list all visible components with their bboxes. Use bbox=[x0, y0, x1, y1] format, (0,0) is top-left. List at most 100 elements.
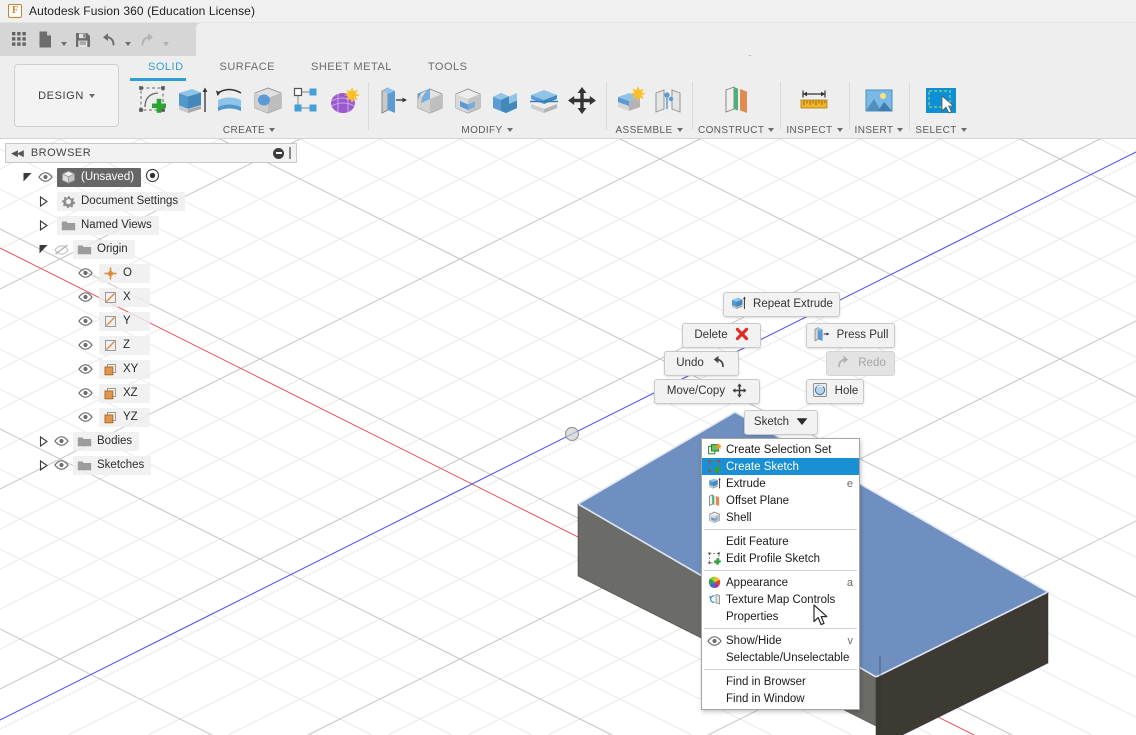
tree-row-axis-x[interactable]: X bbox=[0, 285, 300, 309]
visibility-eye-icon[interactable] bbox=[78, 340, 93, 350]
tab-tools[interactable]: TOOLS bbox=[410, 56, 486, 78]
save-icon[interactable] bbox=[70, 27, 96, 53]
marking-menu-press-pull[interactable]: Press Pull bbox=[806, 323, 895, 348]
tree-item-unsaved[interactable]: (Unsaved) bbox=[57, 167, 142, 187]
marking-menu-hole[interactable]: Hole bbox=[806, 379, 864, 404]
expander-open-icon[interactable] bbox=[38, 244, 49, 255]
ribbon-group-construct-label[interactable]: CONSTRUCT bbox=[698, 123, 775, 137]
marking-menu-delete[interactable]: Delete bbox=[682, 323, 761, 348]
visibility-eye-icon[interactable] bbox=[78, 292, 93, 302]
tab-solid[interactable]: SOLID bbox=[130, 56, 202, 78]
extrude-icon[interactable] bbox=[174, 81, 210, 121]
ribbon-group-inspect-label[interactable]: INSPECT bbox=[786, 123, 843, 137]
activate-component-radio[interactable] bbox=[145, 168, 160, 186]
tree-row-axis-y[interactable]: Y bbox=[0, 309, 300, 333]
context-menu-item-offset-plane[interactable]: Offset Plane bbox=[702, 492, 859, 509]
redo-icon[interactable] bbox=[134, 27, 160, 53]
tree-row-sketches[interactable]: Sketches bbox=[0, 453, 300, 477]
visibility-eye-icon[interactable] bbox=[78, 268, 93, 278]
tree-item-x[interactable]: X bbox=[99, 287, 150, 307]
marking-menu-move-copy[interactable]: Move/Copy bbox=[654, 379, 760, 404]
tree-row-origin[interactable]: Origin bbox=[0, 237, 300, 261]
insert-image-icon[interactable] bbox=[858, 81, 900, 121]
undo-icon[interactable] bbox=[96, 27, 122, 53]
context-menu-item-find-in-window[interactable]: Find in Window bbox=[702, 690, 859, 707]
tree-row-unsaved[interactable]: (Unsaved) bbox=[0, 165, 300, 189]
new-file-icon[interactable] bbox=[32, 27, 58, 53]
visibility-eye-icon[interactable] bbox=[54, 436, 69, 446]
tree-item-y[interactable]: Y bbox=[99, 311, 150, 331]
expander-closed-icon[interactable] bbox=[38, 195, 49, 207]
revolve-icon[interactable] bbox=[212, 81, 248, 121]
context-menu-item-extrude[interactable]: Extrude e bbox=[702, 475, 859, 492]
undo-dropdown[interactable] bbox=[122, 27, 134, 53]
create-sketch-icon[interactable] bbox=[136, 81, 172, 121]
ribbon-group-assemble-label[interactable]: ASSEMBLE bbox=[615, 123, 683, 137]
ribbon-group-modify-label[interactable]: MODIFY bbox=[461, 123, 513, 137]
tree-item-yz[interactable]: YZ bbox=[99, 407, 150, 427]
context-menu-item-shell[interactable]: Shell bbox=[702, 509, 859, 526]
context-menu-item-edit-feature[interactable]: Edit Feature bbox=[702, 533, 859, 550]
combine-icon[interactable] bbox=[488, 81, 524, 121]
marking-menu-undo[interactable]: Undo bbox=[664, 351, 739, 376]
workspace-selector[interactable]: DESIGN bbox=[14, 64, 119, 127]
select-window-icon[interactable] bbox=[920, 81, 962, 121]
joint-icon[interactable] bbox=[650, 81, 686, 121]
context-menu-item-selectable-unselectable[interactable]: Selectable/Unselectable bbox=[702, 649, 859, 666]
visibility-eye-icon[interactable] bbox=[78, 388, 93, 398]
split-body-icon[interactable] bbox=[526, 81, 562, 121]
tree-item-named-views[interactable]: Named Views bbox=[57, 215, 159, 235]
marking-menu-sketch[interactable]: Sketch bbox=[744, 410, 818, 435]
expander-closed-icon[interactable] bbox=[38, 435, 49, 447]
panel-resize-grip[interactable] bbox=[289, 147, 291, 159]
visibility-eye-icon[interactable] bbox=[38, 172, 53, 182]
viewport-canvas[interactable]: ◀◀ BROWSER (Unsaved) Document Settings N… bbox=[0, 139, 1136, 735]
ribbon-group-create-label[interactable]: CREATE bbox=[223, 123, 276, 137]
tree-item-o[interactable]: O bbox=[99, 263, 150, 283]
collapse-left-icon[interactable]: ◀◀ bbox=[11, 148, 24, 159]
marking-menu-repeat-extrude[interactable]: Repeat Extrude bbox=[723, 292, 840, 317]
tree-item-xz[interactable]: XZ bbox=[99, 383, 150, 403]
app-grid-icon[interactable] bbox=[6, 27, 32, 53]
tree-item-z[interactable]: Z bbox=[99, 335, 150, 355]
context-menu-item-texture-map-controls[interactable]: Texture Map Controls bbox=[702, 591, 859, 608]
press-pull-icon[interactable] bbox=[374, 81, 410, 121]
tree-item-origin[interactable]: Origin bbox=[73, 239, 135, 259]
minus-circle-icon[interactable] bbox=[273, 147, 284, 159]
move-copy-icon[interactable] bbox=[564, 81, 600, 121]
hole-icon[interactable] bbox=[250, 81, 286, 121]
offset-plane-icon[interactable] bbox=[715, 81, 757, 121]
shell-icon[interactable] bbox=[450, 81, 486, 121]
visibility-eye-icon[interactable] bbox=[78, 412, 93, 422]
fillet-icon[interactable] bbox=[412, 81, 448, 121]
form-icon[interactable] bbox=[326, 81, 362, 121]
context-menu-item-properties[interactable]: Properties bbox=[702, 608, 859, 625]
tree-row-origin-point[interactable]: O bbox=[0, 261, 300, 285]
tree-row-plane-xz[interactable]: XZ bbox=[0, 381, 300, 405]
tree-row-plane-yz[interactable]: YZ bbox=[0, 405, 300, 429]
new-file-dropdown[interactable] bbox=[58, 27, 70, 53]
visibility-eye-off-icon[interactable] bbox=[54, 244, 69, 255]
measure-icon[interactable] bbox=[793, 81, 835, 121]
context-menu-item-find-in-browser[interactable]: Find in Browser bbox=[702, 673, 859, 690]
context-menu-item-create-selection-set[interactable]: Create Selection Set bbox=[702, 441, 859, 458]
visibility-eye-icon[interactable] bbox=[54, 460, 69, 470]
tree-item-xy[interactable]: XY bbox=[99, 359, 150, 379]
expander-closed-icon[interactable] bbox=[38, 219, 49, 231]
context-menu-item-show-hide[interactable]: Show/Hide v bbox=[702, 632, 859, 649]
context-menu-item-appearance[interactable]: Appearance a bbox=[702, 574, 859, 591]
tree-row-axis-z[interactable]: Z bbox=[0, 333, 300, 357]
tree-row-document-settings[interactable]: Document Settings bbox=[0, 189, 300, 213]
tab-sheet-metal[interactable]: SHEET METAL bbox=[293, 56, 410, 78]
visibility-eye-icon[interactable] bbox=[78, 364, 93, 374]
tree-item-document-settings[interactable]: Document Settings bbox=[57, 191, 186, 211]
context-menu-item-create-sketch[interactable]: Create Sketch bbox=[702, 458, 859, 475]
redo-dropdown[interactable] bbox=[160, 27, 172, 53]
tab-surface[interactable]: SURFACE bbox=[202, 56, 293, 78]
context-menu-item-edit-profile-sketch[interactable]: Edit Profile Sketch bbox=[702, 550, 859, 567]
visibility-eye-icon[interactable] bbox=[78, 316, 93, 326]
tree-item-sketches[interactable]: Sketches bbox=[73, 455, 152, 475]
rectangular-pattern-icon[interactable] bbox=[288, 81, 324, 121]
new-component-icon[interactable] bbox=[612, 81, 648, 121]
tree-row-bodies[interactable]: Bodies bbox=[0, 429, 300, 453]
